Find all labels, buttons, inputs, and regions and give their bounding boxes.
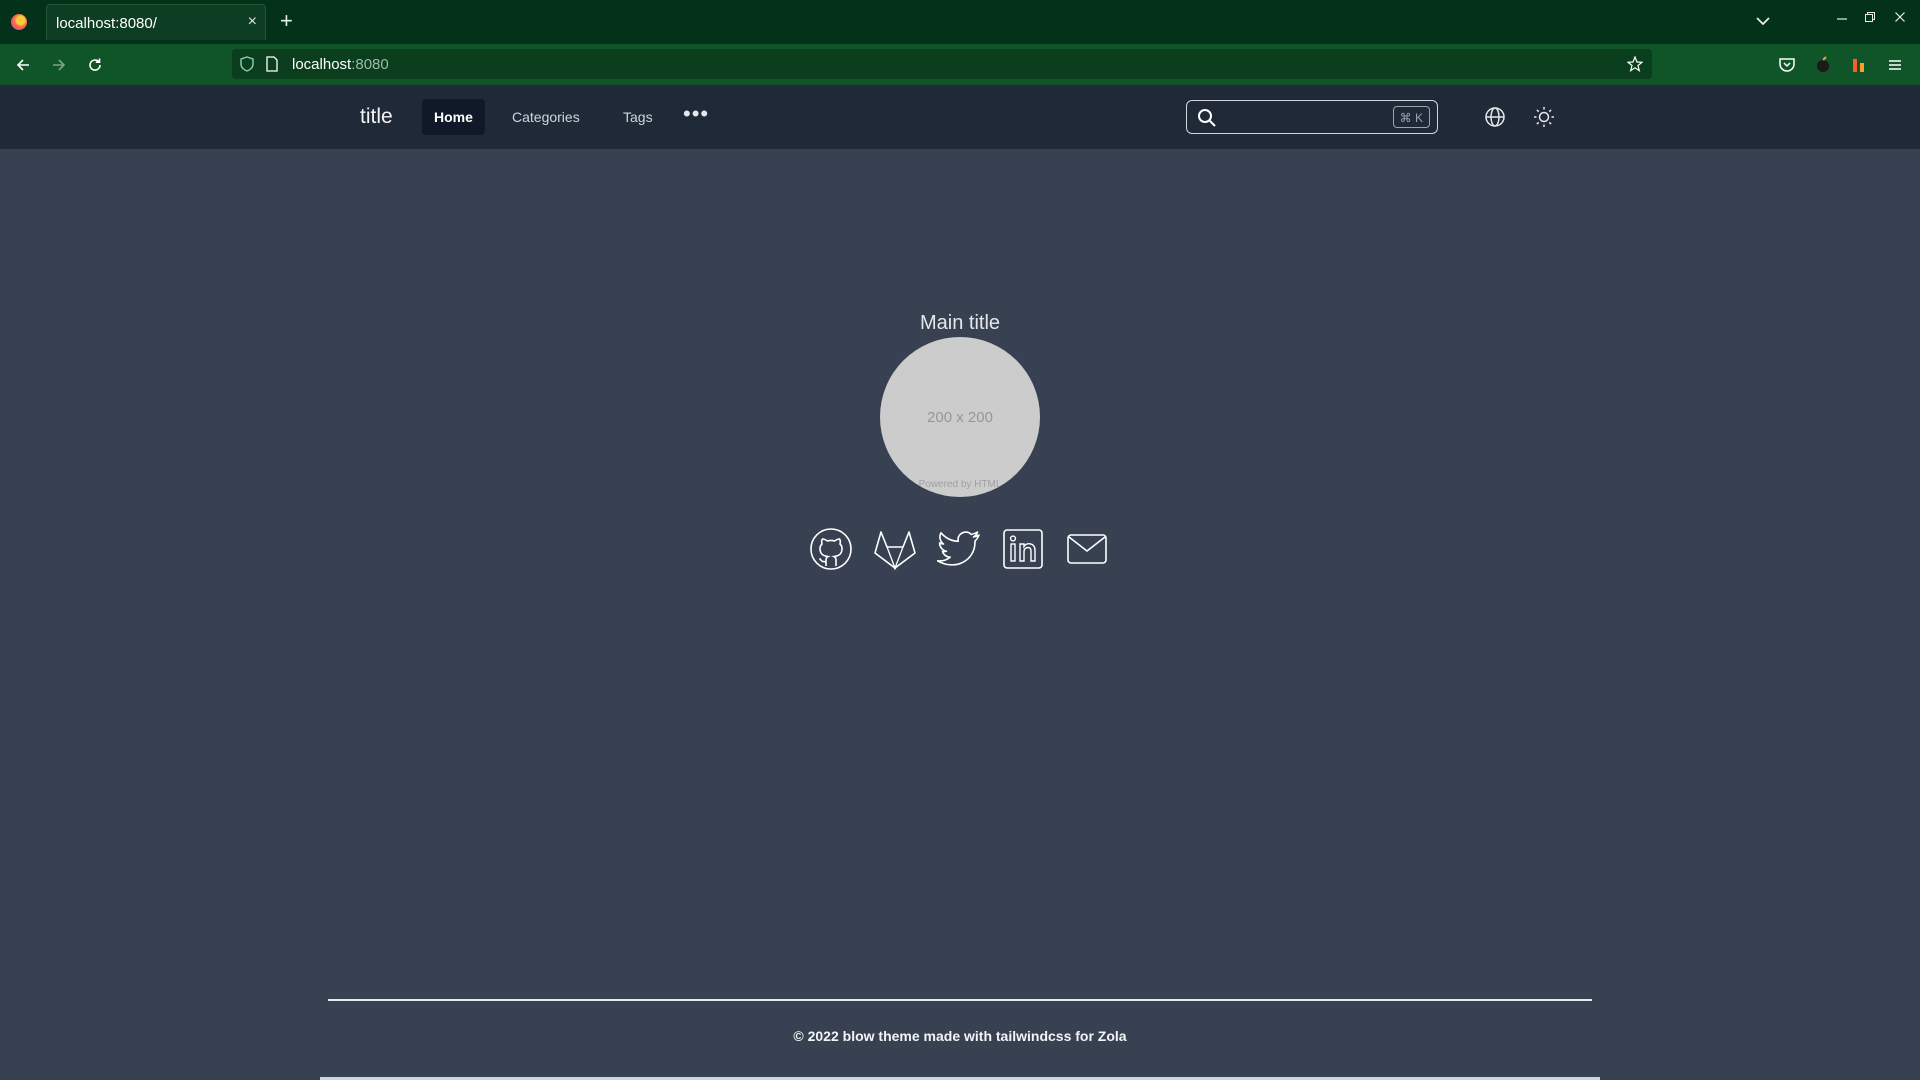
- browser-nav-bar: localhost:8080: [0, 44, 1920, 85]
- page-icon[interactable]: [266, 56, 278, 77]
- avatar: 200 x 200 Powered by HTML: [880, 337, 1040, 497]
- language-globe-icon[interactable]: [1483, 105, 1507, 129]
- gitlab-icon[interactable]: [873, 527, 917, 571]
- bookmark-star-icon[interactable]: [1626, 55, 1644, 77]
- forward-arrow-icon[interactable]: [46, 52, 72, 78]
- reload-icon[interactable]: [82, 52, 108, 78]
- pocket-icon[interactable]: [1778, 56, 1796, 74]
- search-input[interactable]: ⌘ K: [1186, 100, 1438, 134]
- main-title: Main title: [919, 312, 1001, 334]
- tab-close-button[interactable]: ×: [248, 13, 257, 31]
- shield-icon[interactable]: [240, 56, 254, 77]
- avatar-placeholder-text: 200 x 200: [927, 409, 993, 426]
- url-port: :8080: [351, 56, 389, 73]
- url-host: localhost: [292, 56, 352, 73]
- minimize-window-icon[interactable]: [1836, 10, 1848, 26]
- github-icon[interactable]: [809, 527, 853, 571]
- footer-divider: [328, 999, 1592, 1001]
- hamburger-menu-icon[interactable]: [1886, 56, 1904, 74]
- close-window-icon[interactable]: [1894, 10, 1906, 26]
- back-arrow-icon[interactable]: [10, 52, 36, 78]
- search-shortcut-badge: ⌘ K: [1392, 106, 1430, 128]
- tab-title: localhost:8080/: [56, 15, 157, 32]
- email-icon[interactable]: [1065, 527, 1109, 571]
- new-tab-button[interactable]: +: [280, 9, 293, 33]
- twitter-icon[interactable]: [936, 527, 981, 571]
- url-text[interactable]: localhost:8080: [292, 56, 389, 73]
- nav-home[interactable]: Home: [422, 99, 485, 135]
- profiler-icon[interactable]: [1850, 56, 1868, 74]
- browser-tab[interactable]: localhost:8080/ ×: [46, 4, 266, 40]
- theme-toggle-sun-icon[interactable]: [1532, 105, 1556, 129]
- tab-list-chevron-icon[interactable]: [1756, 13, 1770, 31]
- restore-window-icon[interactable]: [1864, 10, 1876, 26]
- avatar-placeholder-subtext: Powered by HTML: [918, 479, 1002, 490]
- nav-categories[interactable]: Categories: [500, 99, 592, 135]
- site-title-link[interactable]: title: [360, 105, 393, 129]
- nav-tags[interactable]: Tags: [611, 99, 665, 135]
- firefox-logo-icon: [11, 14, 27, 30]
- site-header: title Home Categories Tags ••• ⌘ K: [0, 85, 1920, 149]
- linkedin-icon[interactable]: [1001, 527, 1045, 571]
- more-menu-button[interactable]: •••: [683, 103, 709, 125]
- extension-icon[interactable]: [1814, 56, 1832, 74]
- footer-copyright: © 2022 blow theme made with tailwindcss …: [793, 1028, 1127, 1044]
- browser-tab-bar: localhost:8080/ × +: [0, 0, 1920, 44]
- url-bar[interactable]: localhost:8080: [232, 49, 1652, 79]
- search-icon: [1197, 108, 1217, 133]
